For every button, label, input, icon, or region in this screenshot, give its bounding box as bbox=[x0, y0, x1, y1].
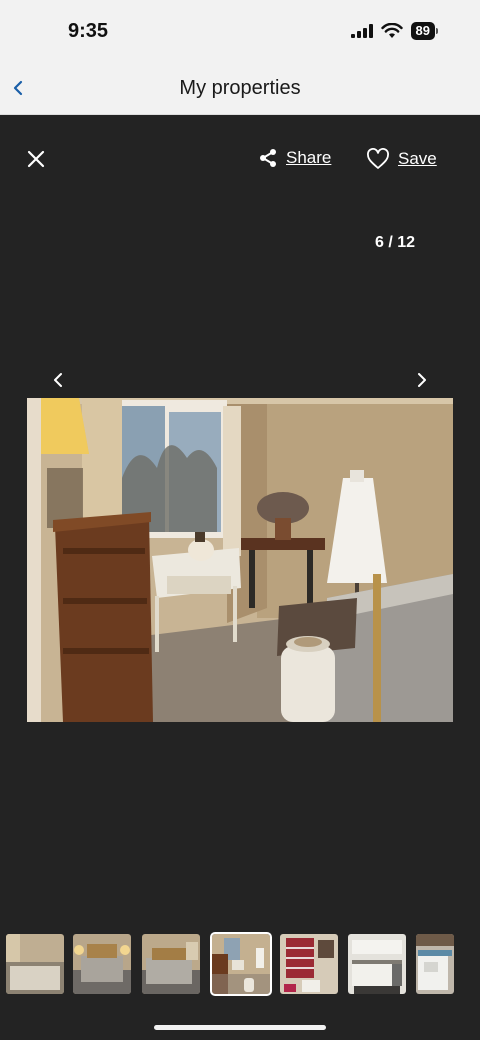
wifi-icon bbox=[380, 23, 403, 38]
thumbnail-item-selected[interactable] bbox=[210, 932, 272, 996]
thumbnail-image bbox=[6, 934, 64, 994]
page-title: My properties bbox=[179, 77, 301, 99]
thumbnail-strip bbox=[0, 932, 480, 998]
heart-icon bbox=[367, 148, 389, 169]
share-icon bbox=[260, 149, 276, 167]
bedroom-photo bbox=[27, 398, 453, 722]
status-icons: 89 bbox=[350, 22, 438, 40]
thumbnail-image bbox=[142, 934, 200, 994]
thumbnail-item[interactable] bbox=[348, 934, 406, 994]
nav-bar: My properties bbox=[0, 62, 480, 115]
photo-counter: 6 / 12 bbox=[375, 234, 416, 251]
thumbnail-item[interactable] bbox=[280, 934, 338, 994]
previous-photo-button[interactable] bbox=[46, 368, 70, 392]
chevron-right-icon bbox=[418, 373, 426, 387]
thumbnail-image bbox=[416, 934, 454, 994]
save-label: Save bbox=[398, 149, 437, 168]
thumbnail-image bbox=[348, 934, 406, 994]
chevron-left-icon bbox=[54, 373, 62, 387]
battery-tip bbox=[436, 28, 438, 34]
viewer-toolbar: Share Save bbox=[0, 114, 480, 204]
thumbnail-image bbox=[212, 934, 270, 994]
thumbnail-item[interactable] bbox=[416, 934, 454, 994]
status-time: 9:35 bbox=[68, 20, 109, 42]
thumbnail-image bbox=[73, 934, 131, 994]
signal-icon bbox=[350, 24, 373, 38]
close-icon bbox=[27, 150, 45, 168]
thumbnail-image bbox=[280, 934, 338, 994]
thumbnail-item[interactable] bbox=[73, 934, 131, 994]
share-label: Share bbox=[286, 148, 332, 167]
status-bar: 9:35 89 bbox=[0, 0, 480, 62]
thumbnail-item[interactable] bbox=[6, 934, 64, 994]
battery-icon: 89 bbox=[410, 22, 435, 40]
thumbnail-item[interactable] bbox=[142, 934, 200, 994]
home-indicator bbox=[154, 1025, 326, 1030]
main-photo[interactable] bbox=[27, 398, 453, 722]
next-photo-button[interactable] bbox=[410, 368, 434, 392]
close-button[interactable] bbox=[24, 147, 48, 171]
share-button[interactable]: Share bbox=[258, 148, 331, 168]
save-button[interactable]: Save bbox=[366, 148, 437, 170]
